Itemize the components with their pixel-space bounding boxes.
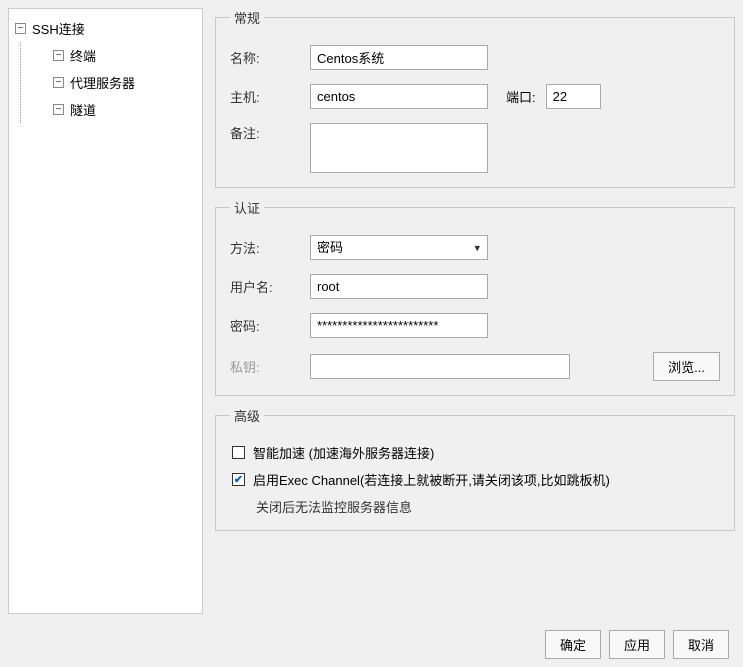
name-label: 名称: [230,48,310,67]
user-label: 用户名: [230,277,310,296]
advanced-legend: 高级 [230,406,264,425]
method-select[interactable]: 密码 [310,235,488,260]
key-label: 私钥: [230,357,310,376]
tree-item-label: 终端 [70,46,96,65]
tree-root-label: SSH连接 [32,19,85,38]
settings-panel: 常规 名称: 主机: 端口: 备注: 认证 方法: [215,8,735,614]
host-label: 主机: [230,87,310,106]
tree-item-label: 隧道 [70,100,96,119]
tree-item-terminal[interactable]: − 终端 [31,42,198,69]
checkbox-checked-icon[interactable]: ✔ [232,473,245,486]
collapse-icon[interactable]: − [53,104,64,115]
cancel-button[interactable]: 取消 [673,630,729,659]
exec-row[interactable]: ✔ 启用Exec Channel(若连接上就被断开,请关闭该项,比如跳板机) [230,470,720,489]
browse-button[interactable]: 浏览... [653,352,720,381]
collapse-icon[interactable]: − [53,50,64,61]
auth-group: 认证 方法: 密码 用户名: 密码: 私钥: 浏览... [215,198,735,396]
exec-label: 启用Exec Channel(若连接上就被断开,请关闭该项,比如跳板机) [253,470,610,489]
checkbox-unchecked-icon[interactable] [232,446,245,459]
collapse-icon[interactable]: − [53,77,64,88]
port-label: 端口: [506,87,536,106]
exec-note: 关闭后无法监控服务器信息 [230,497,720,516]
general-legend: 常规 [230,8,264,27]
tree-item-label: 代理服务器 [70,73,135,92]
accel-row[interactable]: 智能加速 (加速海外服务器连接) [230,443,720,462]
user-input[interactable] [310,274,488,299]
tree-item-proxy[interactable]: − 代理服务器 [31,69,198,96]
key-input[interactable] [310,354,570,379]
remark-input[interactable] [310,123,488,173]
tree-root-ssh[interactable]: − SSH连接 [13,15,198,42]
general-group: 常规 名称: 主机: 端口: 备注: [215,8,735,188]
accel-label: 智能加速 (加速海外服务器连接) [253,443,434,462]
tree-item-tunnel[interactable]: − 隧道 [31,96,198,123]
advanced-group: 高级 智能加速 (加速海外服务器连接) ✔ 启用Exec Channel(若连接… [215,406,735,531]
ok-button[interactable]: 确定 [545,630,601,659]
pass-input[interactable] [310,313,488,338]
nav-tree: − SSH连接 − 终端 − 代理服务器 − 隧道 [8,8,203,614]
port-input[interactable] [546,84,601,109]
method-label: 方法: [230,238,310,257]
apply-button[interactable]: 应用 [609,630,665,659]
dialog-buttons: 确定 应用 取消 [0,622,743,667]
host-input[interactable] [310,84,488,109]
auth-legend: 认证 [230,198,264,217]
name-input[interactable] [310,45,488,70]
collapse-icon[interactable]: − [15,23,26,34]
pass-label: 密码: [230,316,310,335]
remark-label: 备注: [230,123,310,142]
